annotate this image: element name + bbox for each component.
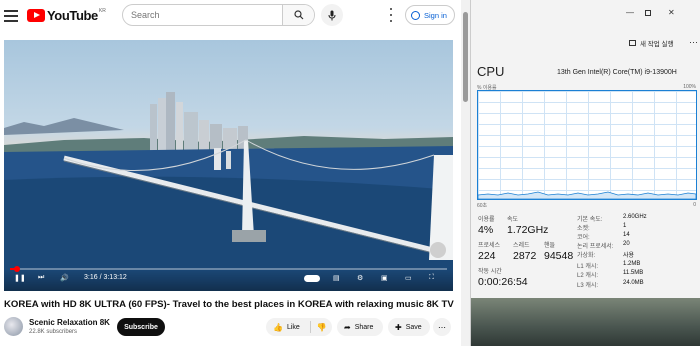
theater-mode-icon[interactable]: ▭ xyxy=(405,274,412,282)
minimize-icon[interactable]: — xyxy=(626,8,634,17)
task-manager-toolbar: — ✕ 새 작업 실행 ⋯ xyxy=(471,0,700,58)
cpu-model: 13th Gen Intel(R) Core(TM) i9-13900H xyxy=(557,69,677,76)
menu-icon[interactable] xyxy=(4,7,18,23)
task-manager-window: — ✕ 새 작업 실행 ⋯ CPU 13th Gen Intel(R) Core… xyxy=(470,0,700,346)
subscribe-button[interactable]: Subscribe xyxy=(117,318,165,336)
thumbs-down-icon[interactable]: 👎 xyxy=(317,323,327,332)
youtube-window: YouTube KR Sign in xyxy=(0,0,470,346)
sign-in-label: Sign in xyxy=(424,10,447,20)
like-label[interactable]: Like xyxy=(287,324,300,331)
user-icon xyxy=(411,10,420,20)
new-task-icon xyxy=(629,40,636,46)
youtube-header: YouTube KR Sign in xyxy=(0,0,470,32)
spec-label: 코어: xyxy=(577,235,590,241)
scrollbar-thumb[interactable] xyxy=(463,12,468,102)
fullscreen-icon[interactable]: ⛶ xyxy=(429,274,434,282)
search-button[interactable] xyxy=(282,5,314,25)
spec-value: 1 xyxy=(623,223,627,229)
spec-label: 기본 속도: xyxy=(577,217,603,223)
channel-avatar[interactable] xyxy=(4,317,23,336)
page-scrollbar[interactable] xyxy=(461,0,470,346)
miniplayer-icon[interactable]: ▣ xyxy=(381,274,388,282)
video-player[interactable]: ❚❚ ⏭ 🔊 3:16 / 3:13:12 ▤ ⚙ ▣ ▭ ⛶ xyxy=(4,40,453,291)
subtitles-icon[interactable]: ▤ xyxy=(333,274,340,282)
divider xyxy=(309,321,311,333)
maximize-icon[interactable] xyxy=(645,10,651,16)
speed-value: 1.72GHz xyxy=(507,224,549,236)
spec-value: 24.0MB xyxy=(623,280,644,286)
thumbs-up-icon[interactable]: 👍 xyxy=(273,323,283,332)
settings-gear-icon[interactable]: ⚙ xyxy=(357,274,363,282)
current-time: 3:16 xyxy=(84,274,98,281)
share-label: Share xyxy=(354,323,374,331)
settings-menu-icon[interactable] xyxy=(388,8,394,22)
cpu-usage-graph xyxy=(477,90,697,200)
youtube-logo-text: YouTube xyxy=(47,8,98,23)
spec-label: 소켓: xyxy=(577,226,590,232)
channel-name[interactable]: Scenic Relaxation 8K xyxy=(29,318,110,327)
save-label: Save xyxy=(405,323,422,331)
utilization-value: 4% xyxy=(478,224,494,236)
add-to-playlist-icon: ✚ xyxy=(395,322,402,332)
processes-label: 프로세스 xyxy=(478,243,501,249)
desktop-background xyxy=(471,298,700,346)
sign-in-button[interactable]: Sign in xyxy=(405,5,455,25)
video-title: KOREA with HD 8K ULTRA (60 FPS)- Travel … xyxy=(4,299,454,310)
search-input[interactable] xyxy=(123,5,278,25)
spec-label: L1 캐시: xyxy=(577,264,599,270)
more-actions-icon[interactable]: ⋯ xyxy=(433,318,451,336)
spec-label: L3 캐시: xyxy=(577,283,599,289)
video-progress-bar[interactable] xyxy=(10,266,447,272)
spec-label: L2 캐시: xyxy=(577,273,599,279)
more-options-icon[interactable]: ⋯ xyxy=(689,37,698,48)
share-icon: ➦ xyxy=(344,322,351,332)
search-icon xyxy=(293,10,303,20)
spec-value: 20 xyxy=(623,241,630,247)
microphone-icon xyxy=(328,10,336,20)
new-task-button[interactable]: 새 작업 실행 xyxy=(629,38,674,48)
spec-value: 2.60GHz xyxy=(623,214,647,220)
close-icon[interactable]: ✕ xyxy=(668,8,675,17)
uptime-value: 0:00:26:54 xyxy=(478,276,528,288)
youtube-play-icon xyxy=(27,9,45,22)
processes-value: 224 xyxy=(478,250,496,262)
uptime-label: 작동 시간 xyxy=(478,269,502,275)
volume-icon[interactable]: 🔊 xyxy=(60,274,69,282)
time-display: 3:16 / 3:13:12 xyxy=(84,274,127,281)
spec-value: 14 xyxy=(623,232,630,238)
graph-time-label: 60초 xyxy=(477,203,488,209)
new-task-label: 새 작업 실행 xyxy=(640,41,674,48)
autoplay-toggle[interactable] xyxy=(304,275,320,282)
next-icon[interactable]: ⏭ xyxy=(38,274,44,282)
utilization-label: 이용률 xyxy=(478,217,495,223)
spec-value: 11.5MB xyxy=(623,270,644,276)
handles-label: 핸들 xyxy=(544,243,556,249)
play-pause-icon[interactable]: ❚❚ xyxy=(14,274,26,282)
spec-label: 가상화: xyxy=(577,253,596,259)
cpu-heading: CPU xyxy=(477,64,505,79)
like-dislike-group: 👍 Like 👎 xyxy=(266,318,332,336)
share-button[interactable]: ➦ Share xyxy=(337,318,383,336)
threads-value: 2872 xyxy=(513,250,537,262)
total-time: 3:13:12 xyxy=(103,274,127,281)
spec-value: 사용 xyxy=(623,253,635,259)
region-code: KR xyxy=(98,8,106,14)
spec-value: 1.2MB xyxy=(623,261,641,267)
search-box xyxy=(122,4,315,26)
video-frame-image xyxy=(4,92,453,291)
voice-search-button[interactable] xyxy=(321,4,343,26)
subscriber-count: 22.8K subscribers xyxy=(29,329,78,335)
threads-label: 스레드 xyxy=(513,243,530,249)
graph-zero-label: 0 xyxy=(693,202,696,208)
handles-value: 94548 xyxy=(544,250,574,262)
save-button[interactable]: ✚ Save xyxy=(388,318,430,336)
youtube-logo[interactable]: YouTube KR xyxy=(27,8,106,23)
cpu-usage-line xyxy=(477,191,697,200)
speed-label: 속도 xyxy=(507,217,519,223)
spec-label: 논리 프로세서: xyxy=(577,244,614,250)
